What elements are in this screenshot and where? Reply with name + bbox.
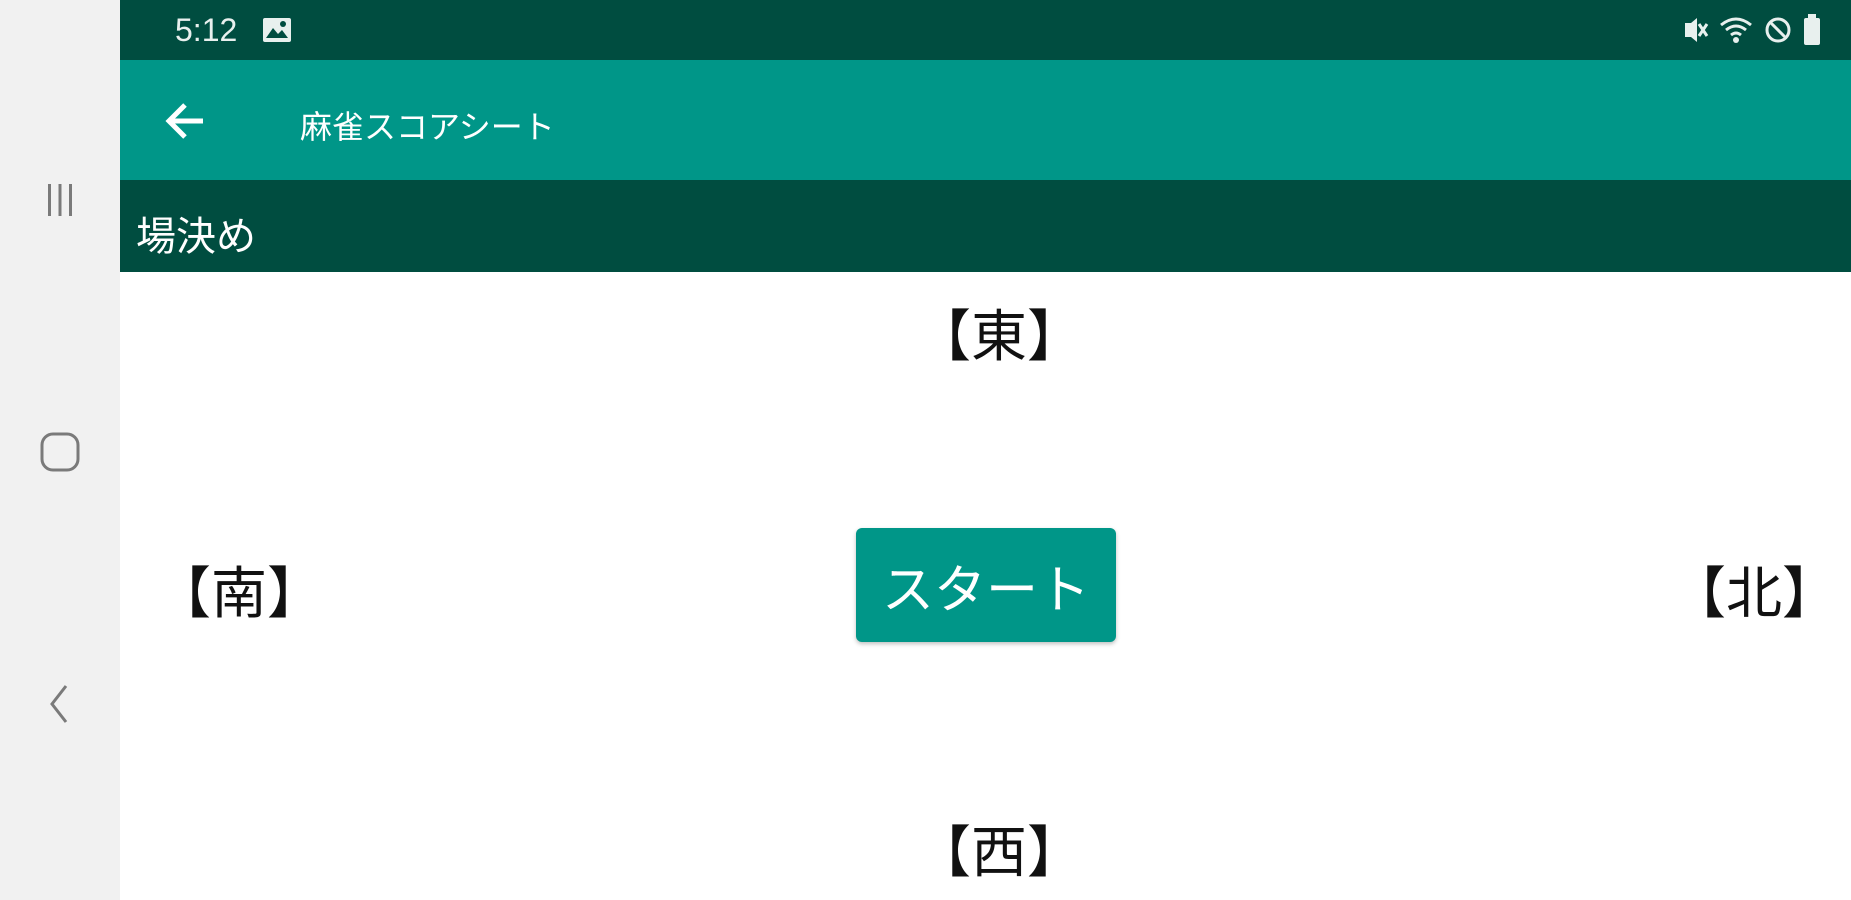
mute-icon bbox=[1685, 18, 1709, 42]
start-button[interactable]: スタート bbox=[856, 528, 1116, 642]
wind-north-label: 【北】 bbox=[1670, 562, 1838, 627]
section-header: 場決め bbox=[120, 180, 1851, 272]
navigation-bar bbox=[0, 0, 120, 900]
app-title: 麻雀スコアシート bbox=[300, 108, 555, 146]
back-button[interactable] bbox=[160, 96, 210, 146]
battery-icon bbox=[1804, 14, 1820, 45]
screen: 5:12 麻雀スコアシート 場決め 【東】 【南】 スタート 【北】 【西】 bbox=[0, 0, 1851, 900]
status-time: 5:12 bbox=[175, 12, 238, 48]
system-back-button[interactable] bbox=[30, 674, 90, 734]
back-arrow-icon bbox=[165, 103, 203, 139]
wind-south-label: 【南】 bbox=[155, 562, 323, 627]
status-bar: 5:12 bbox=[120, 0, 1851, 60]
status-icons bbox=[1679, 14, 1821, 46]
recents-button[interactable] bbox=[30, 170, 90, 230]
section-title: 場決め bbox=[136, 214, 256, 260]
home-icon bbox=[40, 432, 80, 472]
wind-west-label: 【西】 bbox=[915, 821, 1083, 886]
seat-decision-area: 【東】 【南】 スタート 【北】 【西】 bbox=[120, 272, 1851, 900]
home-button[interactable] bbox=[30, 422, 90, 482]
back-icon bbox=[50, 685, 68, 723]
do-not-disturb-icon bbox=[1765, 17, 1791, 43]
wind-east-label: 【東】 bbox=[915, 305, 1083, 370]
gallery-icon bbox=[263, 18, 291, 42]
recents-icon bbox=[48, 184, 72, 216]
app-bar: 麻雀スコアシート bbox=[120, 60, 1851, 180]
wifi-icon bbox=[1720, 17, 1752, 43]
